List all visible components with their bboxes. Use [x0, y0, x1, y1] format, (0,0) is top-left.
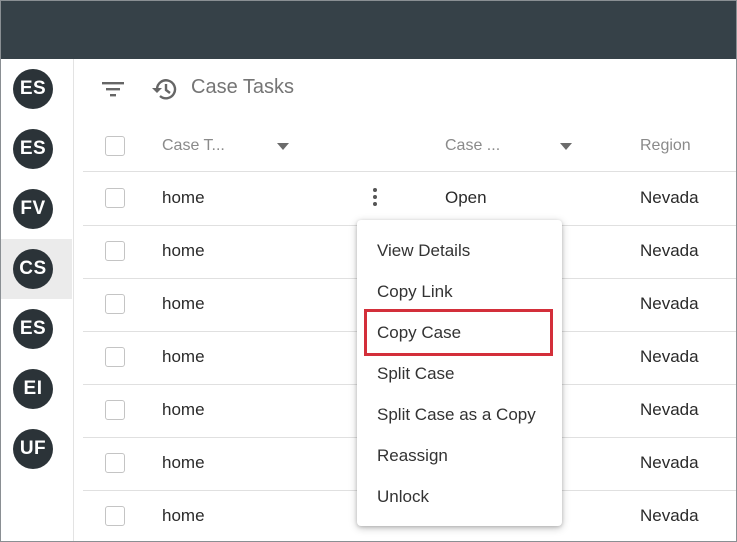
sort-caret-icon[interactable]: [277, 143, 289, 150]
row-checkbox[interactable]: [105, 400, 125, 420]
case-type-cell: home: [162, 294, 205, 313]
column-header-region[interactable]: Region: [640, 137, 691, 155]
more-options-icon[interactable]: [373, 188, 377, 209]
case-type-cell: home: [162, 453, 205, 472]
menu-item-split-case[interactable]: Split Case: [357, 353, 562, 394]
row-checkbox[interactable]: [105, 241, 125, 261]
context-menu: View Details Copy Link Copy Case Split C…: [357, 220, 562, 526]
menu-item-split-case-as-copy[interactable]: Split Case as a Copy: [357, 394, 562, 435]
region-cell: Nevada: [640, 294, 699, 313]
row-checkbox[interactable]: [105, 506, 125, 526]
sidebar-item-fv[interactable]: FV: [1, 179, 72, 239]
filter-icon[interactable]: [101, 79, 125, 104]
row-checkbox[interactable]: [105, 294, 125, 314]
row-checkbox[interactable]: [105, 188, 125, 208]
menu-item-reassign[interactable]: Reassign: [357, 435, 562, 476]
avatar: CS: [13, 249, 53, 289]
table-header: Case T... Case ... Region: [83, 119, 736, 172]
case-type-cell: home: [162, 241, 205, 260]
menu-item-copy-link[interactable]: Copy Link: [357, 271, 562, 312]
row-checkbox[interactable]: [105, 453, 125, 473]
avatar: ES: [13, 309, 53, 349]
row-checkbox[interactable]: [105, 347, 125, 367]
case-type-cell: home: [162, 188, 205, 207]
column-header-case-type[interactable]: Case T...: [162, 137, 225, 155]
case-status-cell: Open: [445, 188, 487, 207]
table-row[interactable]: home Open Nevada: [83, 172, 736, 226]
region-cell: Nevada: [640, 400, 699, 419]
case-type-cell: home: [162, 506, 205, 525]
sidebar-item-es-1[interactable]: ES: [1, 59, 72, 119]
page-title: Case Tasks: [191, 76, 295, 98]
sidebar-item-es-3[interactable]: ES: [1, 299, 72, 359]
case-type-cell: home: [162, 400, 205, 419]
menu-item-view-details[interactable]: View Details: [357, 230, 562, 271]
region-cell: Nevada: [640, 347, 699, 366]
top-bar: [1, 1, 736, 59]
app-window: ES ES FV CS ES EI UF Case Tasks Case T..…: [0, 0, 737, 542]
history-icon[interactable]: [149, 76, 177, 107]
sidebar: ES ES FV CS ES EI UF: [1, 59, 74, 541]
sidebar-item-ei[interactable]: EI: [1, 359, 72, 419]
avatar: ES: [13, 69, 53, 109]
region-cell: Nevada: [640, 453, 699, 472]
case-type-cell: home: [162, 347, 205, 366]
avatar: ES: [13, 129, 53, 169]
menu-item-unlock[interactable]: Unlock: [357, 476, 562, 517]
menu-item-copy-case[interactable]: Copy Case: [357, 312, 562, 353]
avatar: FV: [13, 189, 53, 229]
avatar: EI: [13, 369, 53, 409]
sort-caret-icon[interactable]: [560, 143, 572, 150]
column-header-case-status[interactable]: Case ...: [445, 137, 500, 155]
region-cell: Nevada: [640, 241, 699, 260]
select-all-checkbox[interactable]: [105, 136, 125, 156]
avatar: UF: [13, 429, 53, 469]
region-cell: Nevada: [640, 506, 699, 525]
sidebar-item-cs[interactable]: CS: [1, 239, 72, 299]
sidebar-item-es-2[interactable]: ES: [1, 119, 72, 179]
region-cell: Nevada: [640, 188, 699, 207]
sidebar-item-uf[interactable]: UF: [1, 419, 72, 479]
